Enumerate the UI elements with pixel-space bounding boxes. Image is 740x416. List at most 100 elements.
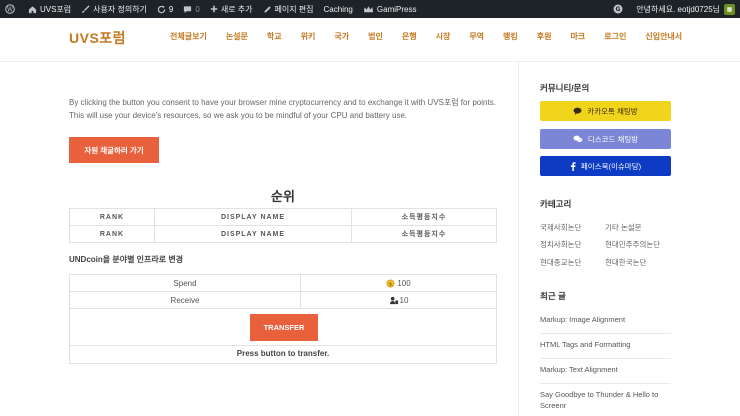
nav-item-bank[interactable]: 은행 [402,31,417,42]
updates-icon [157,5,166,13]
category-link[interactable]: 현대한국논단 [605,257,646,268]
plus-icon [210,5,218,13]
community-title: 커뮤니티/문의 [540,83,590,93]
avatar: ▦ [724,3,735,15]
nav-item-sponsor[interactable]: 후원 [537,31,552,42]
undcoin-transfer-title: UNDcoin을 분야별 인프라로 변경 [69,255,184,264]
kakao-chat-label: 카카오톡 채팅방 [587,106,638,116]
edit-page-link[interactable]: 페이지 편집 [258,0,319,18]
discord-chat-label: 디스코드 채팅방 [587,134,639,144]
sidebar-divider [518,62,519,416]
category-link[interactable]: 국제사회논단 [540,222,581,233]
site-logo[interactable]: UVS포럼 [69,28,126,48]
ranking-table: RANK DISPLAY NAME 소득평등지수 RANK DISPLAY NA… [69,208,497,243]
equality-index-header: 소득평등지수 [351,208,497,226]
table-row: RANK DISPLAY NAME 소득평등지수 [69,225,497,243]
main-navigation: 전체글보기 논설문 학교 위키 국가 법인 은행 시장 무역 랭킹 후원 마크 … [170,31,682,42]
divider [70,345,496,346]
chat-bubbles-icon [573,135,583,143]
account-menu[interactable]: 안녕하세요. eotjd0725님 ▦ [631,0,740,18]
updates-count: 9 [168,4,174,14]
customize-link[interactable]: 사용자 정의하기 [76,0,152,18]
caching-link[interactable]: Caching [319,0,358,18]
edit-page-label: 페이지 편집 [274,4,314,14]
brush-icon [82,4,90,13]
category-title: 카테고리 [540,199,572,209]
comments-link[interactable]: 0 [178,0,204,18]
comments-count: 0 [195,4,200,14]
facebook-icon [570,161,576,171]
nav-item-corporation[interactable]: 법인 [368,31,383,42]
greeting: 안녕하세요. eotjd0725님 [636,4,720,14]
receive-value: 10 [399,295,409,305]
ranking-title: 순위 [271,189,295,204]
recent-post-link[interactable]: Say Goodbye to Thunder & Hello to Screen… [540,389,671,411]
receive-label: Receive [70,292,301,308]
infrastructure-icon [389,296,398,304]
spend-value-cell: $ 100 [301,275,496,291]
equality-index-header: 소득평등지수 [351,225,497,243]
nav-item-login[interactable]: 로그인 [604,31,626,42]
site-header: UVS포럼 전체글보기 논설문 학교 위키 국가 법인 은행 시장 무역 랭킹 … [0,18,740,62]
transfer-instruction: Press button to transfer. [236,349,330,358]
facebook-button[interactable]: 페이스북(이슈마당) [540,156,671,176]
nav-item-ranking[interactable]: 랭킹 [503,31,518,42]
nav-item-all-posts[interactable]: 전체글보기 [170,31,207,42]
receive-value-cell: 10 [301,292,496,308]
comment-icon [184,5,192,13]
nav-item-essays[interactable]: 논설문 [226,31,248,42]
category-link[interactable]: 기타 논설문 [605,222,642,233]
kakao-chat-button[interactable]: 카카오톡 채팅방 [540,101,671,121]
coin-icon: $ [386,278,395,288]
home-icon [28,5,37,13]
svg-text:G: G [616,6,621,13]
crown-icon [363,5,373,12]
rank-header: RANK [69,225,155,243]
transfer-form: Spend $ 100 Receive 10 TRANSFER Press bu… [69,274,497,364]
svg-text:$: $ [389,281,392,287]
notification-button[interactable]: G [608,0,631,18]
display-name-header: DISPLAY NAME [154,208,352,226]
recent-post-link[interactable]: Markup: Text Alignment [540,364,671,384]
site-name: UVS포럼 [40,4,72,14]
new-label: 새로 추가 [220,4,253,14]
gamipress-label: GamiPress [376,4,417,14]
nav-item-nation[interactable]: 국가 [334,31,349,42]
display-name-header: DISPLAY NAME [154,225,352,243]
caching-label: Caching [323,4,353,14]
table-row: RANK DISPLAY NAME 소득평등지수 [69,208,497,226]
admin-bar: W UVS포럼 사용자 정의하기 9 0 새로 추가 페이지 편집 Cachin… [0,0,740,18]
mine-resources-button[interactable]: 자원 채굴하러 가기 [69,137,159,163]
spend-value: 100 [397,278,411,288]
recent-post-link[interactable]: Markup: Image Alignment [540,314,671,334]
customize-label: 사용자 정의하기 [93,4,147,14]
recent-post-link[interactable]: HTML Tags and Formatting [540,339,671,359]
spend-label: Spend [70,275,301,291]
recent-posts-title: 최근 글 [540,291,566,301]
wordpress-menu[interactable]: W [0,0,23,18]
nav-item-wiki[interactable]: 위키 [301,31,316,42]
pencil-icon [263,5,271,13]
transfer-button[interactable]: TRANSFER [250,314,318,341]
nav-item-market[interactable]: 시장 [436,31,451,42]
facebook-label: 페이스북(이슈마당) [580,161,642,171]
notification-icon: G [613,4,623,14]
category-link[interactable]: 현대민주주의논단 [605,239,660,250]
new-content-link[interactable]: 새로 추가 [205,0,258,18]
nav-item-school[interactable]: 학교 [267,31,282,42]
gamipress-link[interactable]: GamiPress [358,0,422,18]
nav-item-trade[interactable]: 무역 [469,31,484,42]
svg-text:W: W [7,6,14,13]
consent-text: By clicking the button you consent to ha… [69,98,496,120]
wordpress-icon: W [5,4,15,14]
nav-item-mark[interactable]: 마크 [571,31,586,42]
category-link[interactable]: 정치사회논단 [540,239,581,250]
receive-row: Receive 10 [70,292,496,309]
chat-bubble-icon [573,107,582,115]
updates-link[interactable]: 9 [152,0,178,18]
site-name-link[interactable]: UVS포럼 [23,0,76,18]
category-link[interactable]: 현대종교논단 [540,257,581,268]
nav-item-newcomer-guide[interactable]: 신입안내서 [645,31,682,42]
discord-chat-button[interactable]: 디스코드 채팅방 [540,129,671,149]
rank-header: RANK [69,208,155,226]
